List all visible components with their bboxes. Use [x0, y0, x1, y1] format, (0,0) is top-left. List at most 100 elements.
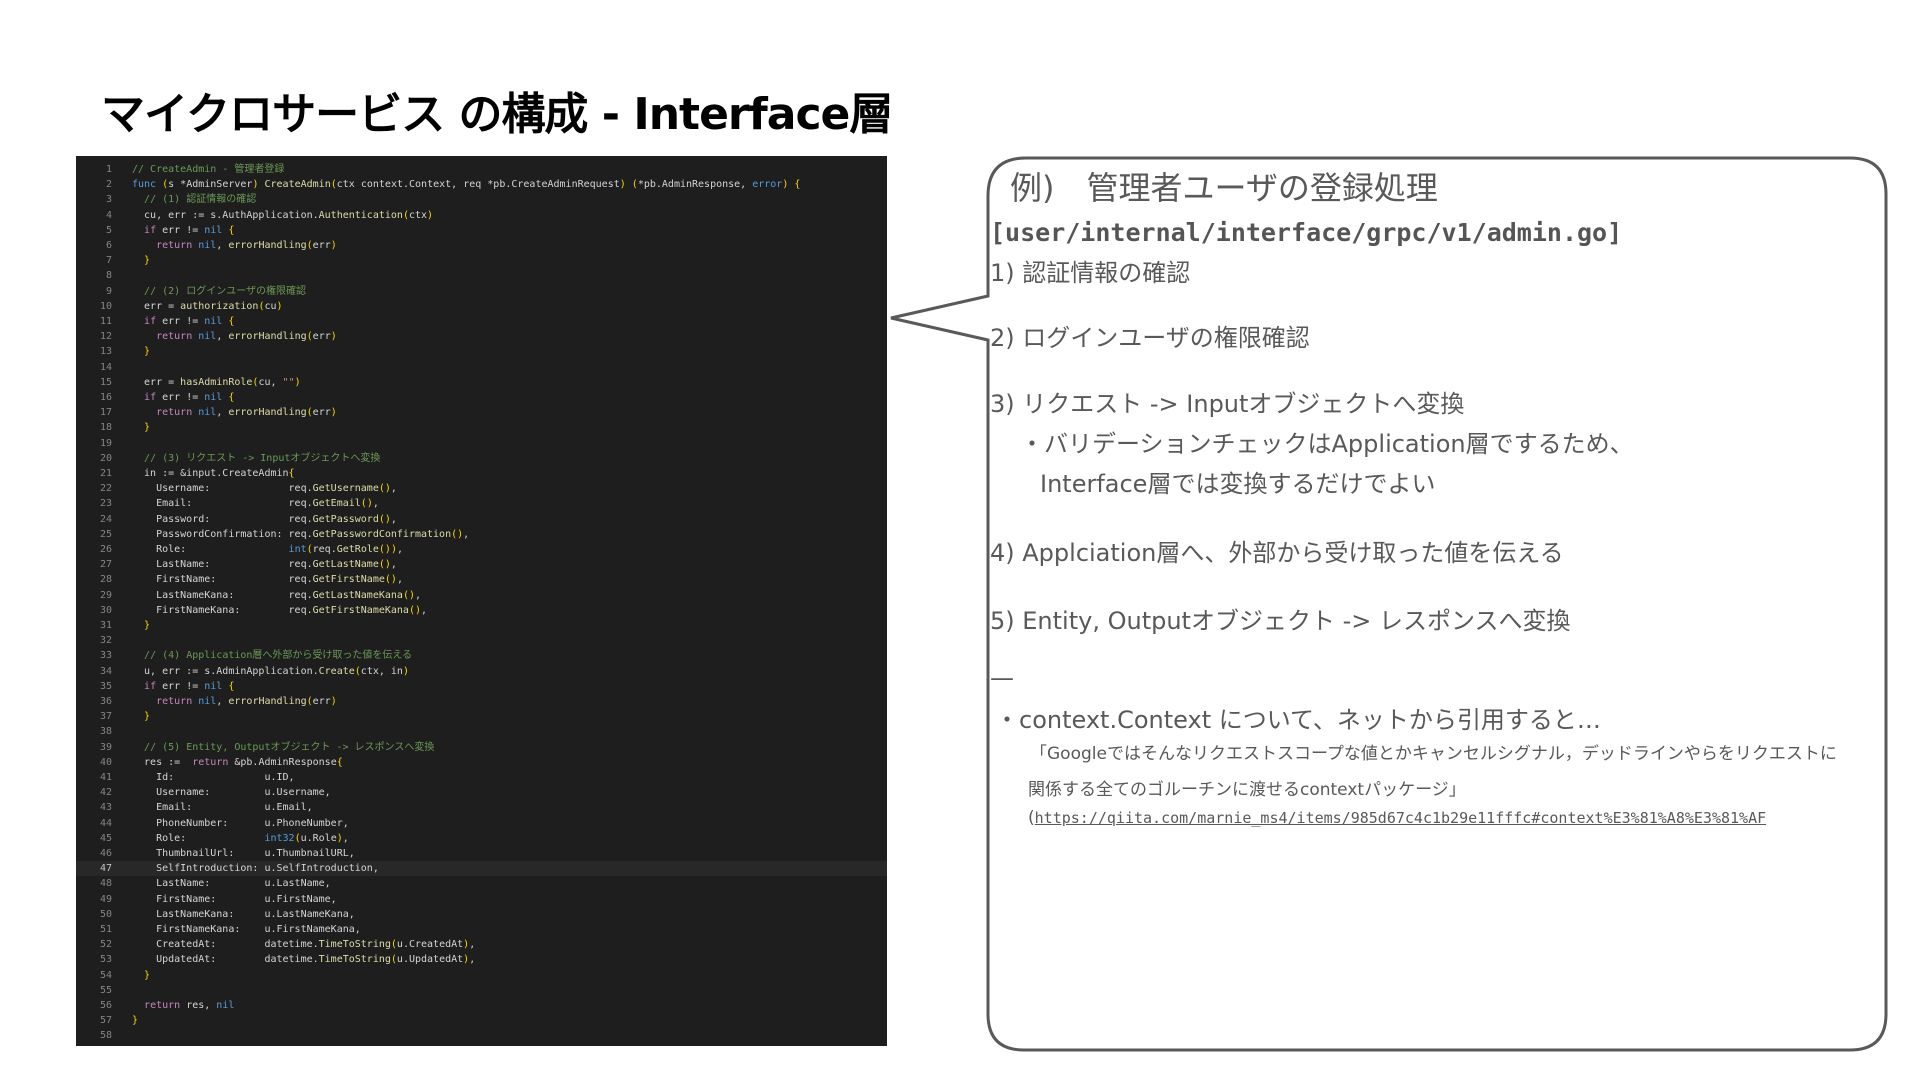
code-line: 53 UpdatedAt: datetime.TimeToString(u.Up… [76, 952, 887, 967]
code-line: 9 // (2) ログインユーザの権限確認 [76, 284, 887, 299]
line-number: 30 [99, 604, 112, 616]
code-line: 23 Email: req.GetEmail(), [76, 496, 887, 511]
line-number: 52 [99, 939, 112, 951]
code-line: 51 FirstNameKana: u.FirstNameKana, [76, 922, 887, 937]
code-text: // (2) ログインユーザの権限確認 [144, 285, 306, 297]
code-line: 43 Email: u.Email, [76, 800, 887, 815]
reference-link[interactable]: https://qiita.com/marnie_ms4/items/985d6… [1035, 809, 1767, 827]
line-number: 22 [99, 483, 112, 495]
code-text: } [144, 620, 151, 631]
line-number: 5 [105, 224, 112, 236]
code-text: Id: u.ID, [132, 772, 295, 783]
line-number: 17 [99, 407, 112, 419]
code-line: 44 PhoneNumber: u.PhoneNumber, [76, 816, 887, 831]
code-line: 52 CreatedAt: datetime.TimeToString(u.Cr… [76, 937, 887, 952]
code-text: UpdatedAt: datetime.TimeToString(u.Updat… [132, 954, 476, 966]
line-number: 40 [99, 756, 112, 768]
code-text: return nil, errorHandling(err) [156, 331, 337, 343]
code-line: 8 [76, 268, 887, 283]
line-number: 57 [99, 1015, 112, 1027]
code-line: 28 FirstName: req.GetFirstName(), [76, 572, 887, 587]
quote-link-prefix: ( [1028, 808, 1035, 828]
code-text: } [132, 1015, 139, 1027]
code-text: PasswordConfirmation: req.GetPasswordCon… [132, 528, 470, 540]
code-editor-panel: 1 // CreateAdmin - 管理者登録 2 func (s *AdminSe… [76, 156, 887, 1046]
line-number: 21 [99, 468, 112, 479]
code-text: Username: u.Username, [132, 787, 331, 799]
line-number: 54 [99, 969, 112, 981]
code-line: 30 FirstNameKana: req.GetFirstNameKana()… [76, 603, 887, 618]
line-number: 31 [99, 620, 112, 631]
code-text: LastNameKana: req.GetLastNameKana(), [132, 589, 422, 601]
code-line: 34 u, err := s.AdminApplication.Create(c… [76, 664, 887, 679]
code-line: 38 [76, 724, 887, 739]
line-number: 55 [99, 984, 112, 996]
step-5: 5) Entity, Outputオブジェクト -> レスポンスへ変換 [990, 607, 1571, 635]
code-text: SelfIntroduction: u.SelfIntroduction, [132, 863, 379, 875]
line-number: 25 [99, 528, 112, 540]
line-number: 49 [99, 893, 112, 905]
code-line: 32 [76, 633, 887, 648]
code-line: 24 Password: req.GetPassword(), [76, 512, 887, 527]
code-text: Username: req.GetUsername(), [132, 483, 397, 495]
code-line: 19 [76, 436, 887, 451]
line-number: 11 [99, 316, 112, 327]
code-text: err = authorization(cu) [132, 300, 283, 312]
code-text: Role: int32(u.Role), [132, 832, 349, 844]
line-number: 18 [99, 422, 112, 434]
code-line: 17 return nil, errorHandling(err) [76, 405, 887, 420]
code-line: 6 return nil, errorHandling(err) [76, 238, 887, 253]
code-text: // (4) Application層へ外部から受け取った値を伝える [144, 650, 413, 662]
code-line: 35 if err != nil { [76, 679, 887, 694]
line-number: 44 [99, 817, 112, 829]
line-number: 9 [105, 285, 112, 297]
line-number: 1 [105, 164, 112, 175]
line-number: 29 [99, 589, 112, 601]
code-text: if err != nil { [144, 680, 235, 692]
code-line: 21 in := &input.CreateAdmin{ [76, 466, 887, 481]
code-line: 47 SelfIntroduction: u.SelfIntroduction, [76, 861, 887, 877]
code-text: } [144, 346, 151, 358]
step-3-bullet-b: Interface層では変換するだけでよい [1040, 470, 1436, 498]
code-line: 46 ThumbnailUrl: u.ThumbnailURL, [76, 846, 887, 861]
code-line: 15 err = hasAdminRole(cu, "") [76, 375, 887, 390]
code-text: cu, err := s.AuthApplication.Authenticat… [132, 209, 434, 221]
code-text: PhoneNumber: u.PhoneNumber, [132, 817, 349, 829]
line-number: 7 [105, 255, 112, 267]
quote-link-row: (https://qiita.com/marnie_ms4/items/985d… [1028, 808, 1766, 828]
file-path: [user/internal/interface/grpc/v1/admin.g… [990, 218, 1623, 247]
code-line: 42 Username: u.Username, [76, 785, 887, 800]
code-text: FirstName: req.GetFirstName(), [132, 574, 403, 586]
step-4: 4) Applciation層へ、外部から受け取った値を伝える [990, 539, 1564, 567]
line-number: 48 [99, 878, 112, 890]
code-line: 50 LastNameKana: u.LastNameKana, [76, 907, 887, 922]
code-line: 41 Id: u.ID, [76, 770, 887, 785]
code-line: 58 [76, 1028, 887, 1043]
step-1: 1) 認証情報の確認 [990, 259, 1191, 287]
line-number: 23 [99, 498, 112, 510]
code-line: 14 [76, 360, 887, 375]
code-text: in := &input.CreateAdmin{ [132, 468, 295, 479]
code-text: LastName: u.LastName, [132, 878, 331, 890]
step-2: 2) ログインユーザの権限確認 [990, 324, 1310, 352]
code-line: 13 } [76, 344, 887, 359]
example-heading: 例) 管理者ユーザの登録処理 [1010, 169, 1438, 207]
line-number: 56 [99, 1000, 112, 1011]
step-3: 3) リクエスト -> Inputオブジェクトへ変換 [990, 390, 1465, 418]
line-number: 58 [99, 1030, 112, 1042]
quote-line-2: 関係する全てのゴルーチンに渡せるcontextパッケージ」 [1028, 780, 1466, 800]
line-number: 33 [99, 650, 112, 662]
line-number: 43 [99, 802, 112, 814]
code-text: } [144, 711, 151, 723]
line-number: 42 [99, 787, 112, 799]
code-line: 3 // (1) 認証情報の確認 [76, 192, 887, 207]
code-line: 37 } [76, 709, 887, 724]
code-line: 40 res := return &pb.AdminResponse{ [76, 755, 887, 770]
code-line: 29 LastNameKana: req.GetLastNameKana(), [76, 588, 887, 603]
code-text: return nil, errorHandling(err) [156, 407, 337, 419]
code-line: 45 Role: int32(u.Role), [76, 831, 887, 846]
code-text: } [144, 255, 151, 267]
code-line: 33 // (4) Application層へ外部から受け取った値を伝える [76, 648, 887, 663]
code-line: 10 err = authorization(cu) [76, 299, 887, 314]
code-text: Role: int(req.GetRole()), [132, 544, 404, 555]
